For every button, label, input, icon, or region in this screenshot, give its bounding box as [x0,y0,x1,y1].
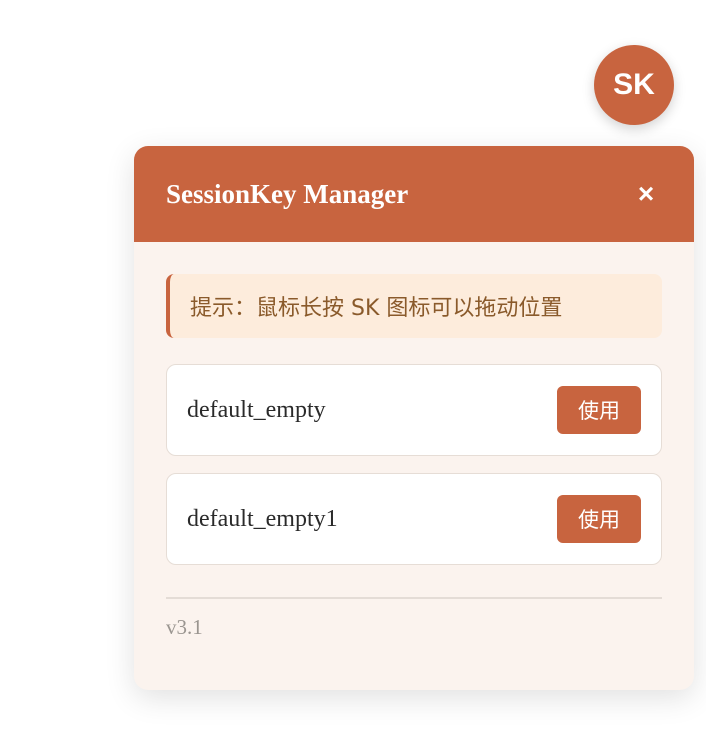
use-session-button[interactable]: 使用 [557,386,641,434]
session-item: default_empty 使用 [166,364,662,456]
session-name: default_empty1 [187,505,338,532]
panel-header: SessionKey Manager × [134,146,694,242]
use-session-button[interactable]: 使用 [557,495,641,543]
session-item: default_empty1 使用 [166,473,662,565]
sk-floating-button[interactable]: SK [594,45,674,125]
hint-text: 提示：鼠标长按 SK 图标可以拖动位置 [190,296,563,321]
session-name: default_empty [187,396,326,423]
sessionkey-manager-panel: SessionKey Manager × 提示：鼠标长按 SK 图标可以拖动位置… [134,146,694,690]
panel-title: SessionKey Manager [166,178,409,209]
version-label: v3.1 [166,614,203,639]
panel-body: 提示：鼠标长按 SK 图标可以拖动位置 default_empty 使用 def… [134,242,694,640]
hint-banner: 提示：鼠标长按 SK 图标可以拖动位置 [166,274,662,338]
close-button[interactable]: × [630,178,662,210]
footer-divider [166,597,662,599]
